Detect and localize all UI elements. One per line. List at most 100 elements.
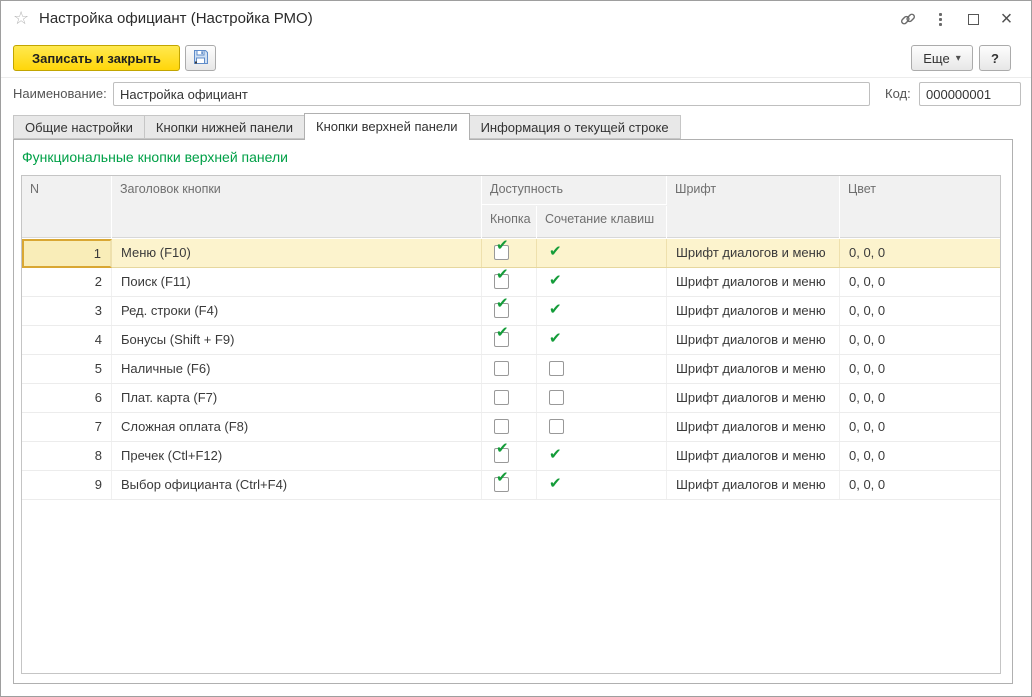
checkmark-icon: ✔ [549, 442, 562, 469]
checkbox-icon[interactable] [494, 390, 509, 405]
button-enabled-cell[interactable]: ✔ [482, 326, 537, 354]
color-cell[interactable]: 0, 0, 0 [840, 355, 1000, 383]
shortcut-enabled-cell[interactable]: ✔ [537, 471, 667, 499]
shortcut-enabled-cell[interactable] [537, 413, 667, 441]
button-caption-cell[interactable]: Сложная оплата (F8) [112, 413, 482, 441]
shortcut-enabled-cell[interactable] [537, 384, 667, 412]
color-cell[interactable]: 0, 0, 0 [840, 239, 1000, 267]
button-caption-cell[interactable]: Поиск (F11) [112, 268, 482, 296]
shortcut-enabled-cell[interactable]: ✔ [537, 268, 667, 296]
name-label: Наименование: [13, 79, 107, 109]
font-cell[interactable]: Шрифт диалогов и меню [667, 471, 840, 499]
table-row[interactable]: 1 Меню (F10) ✔ ✔ Шрифт диалогов и меню 0… [22, 239, 1000, 268]
button-caption-cell[interactable]: Меню (F10) [112, 239, 482, 267]
checkmark-icon: ✔ [496, 239, 509, 254]
tab-top-panel-buttons[interactable]: Кнопки верхней панели [304, 113, 470, 140]
checkbox-icon[interactable] [494, 419, 509, 434]
button-caption-cell[interactable]: Бонусы (Shift + F9) [112, 326, 482, 354]
shortcut-enabled-cell[interactable] [537, 355, 667, 383]
checkbox-icon[interactable]: ✔ [494, 274, 509, 289]
panel-title: Функциональные кнопки верхней панели [22, 149, 288, 165]
code-input[interactable] [919, 82, 1021, 106]
table-row[interactable]: 7 Сложная оплата (F8) Шрифт диалогов и м… [22, 413, 1000, 442]
tab-bottom-panel-buttons[interactable]: Кнопки нижней панели [144, 115, 305, 139]
color-cell[interactable]: 0, 0, 0 [840, 413, 1000, 441]
color-cell[interactable]: 0, 0, 0 [840, 384, 1000, 412]
checkbox-icon[interactable] [549, 361, 564, 376]
font-cell[interactable]: Шрифт диалогов и меню [667, 355, 840, 383]
table-row[interactable]: 4 Бонусы (Shift + F9) ✔ ✔ Шрифт диалогов… [22, 326, 1000, 355]
close-icon[interactable]: × [990, 5, 1023, 33]
row-number-cell[interactable]: 4 [22, 326, 112, 354]
shortcut-enabled-cell[interactable]: ✔ [537, 442, 667, 470]
row-number-cell[interactable]: 6 [22, 384, 112, 412]
checkbox-icon[interactable] [549, 419, 564, 434]
tab-general-settings[interactable]: Общие настройки [13, 115, 145, 139]
button-caption-cell[interactable]: Наличные (F6) [112, 355, 482, 383]
tab-content-pane: Функциональные кнопки верхней панели N З… [13, 139, 1013, 684]
checkmark-icon: ✔ [549, 326, 562, 353]
checkbox-icon[interactable] [549, 390, 564, 405]
button-enabled-cell[interactable]: ✔ [482, 268, 537, 296]
button-caption-cell[interactable]: Выбор официанта (Ctrl+F4) [112, 471, 482, 499]
shortcut-enabled-cell[interactable]: ✔ [537, 239, 667, 267]
font-cell[interactable]: Шрифт диалогов и меню [667, 268, 840, 296]
name-input[interactable] [113, 82, 870, 106]
font-cell[interactable]: Шрифт диалогов и меню [667, 297, 840, 325]
font-cell[interactable]: Шрифт диалогов и меню [667, 326, 840, 354]
button-enabled-cell[interactable]: ✔ [482, 297, 537, 325]
font-cell[interactable]: Шрифт диалогов и меню [667, 442, 840, 470]
row-number-cell[interactable]: 7 [22, 413, 112, 441]
table-row[interactable]: 9 Выбор официанта (Ctrl+F4) ✔ ✔ Шрифт ди… [22, 471, 1000, 500]
favorite-star-icon[interactable]: ☆ [13, 8, 29, 29]
kebab-menu-icon[interactable] [924, 5, 957, 33]
row-number-cell[interactable]: 1 [22, 239, 112, 268]
row-number-cell[interactable]: 9 [22, 471, 112, 499]
row-number-cell[interactable]: 3 [22, 297, 112, 325]
button-enabled-cell[interactable] [482, 413, 537, 441]
shortcut-enabled-cell[interactable]: ✔ [537, 297, 667, 325]
save-and-close-button[interactable]: Записать и закрыть [13, 45, 180, 71]
table-row[interactable]: 8 Пречек (Ctl+F12) ✔ ✔ Шрифт диалогов и … [22, 442, 1000, 471]
button-enabled-cell[interactable]: ✔ [482, 471, 537, 499]
table-row[interactable]: 3 Ред. строки (F4) ✔ ✔ Шрифт диалогов и … [22, 297, 1000, 326]
font-cell[interactable]: Шрифт диалогов и меню [667, 384, 840, 412]
checkmark-icon: ✔ [549, 471, 562, 498]
row-number-cell[interactable]: 5 [22, 355, 112, 383]
maximize-icon[interactable] [957, 5, 990, 33]
save-button[interactable] [185, 45, 216, 71]
button-enabled-cell[interactable] [482, 355, 537, 383]
checkbox-icon[interactable]: ✔ [494, 448, 509, 463]
shortcut-enabled-cell[interactable]: ✔ [537, 326, 667, 354]
checkbox-icon[interactable]: ✔ [494, 245, 509, 260]
font-cell[interactable]: Шрифт диалогов и меню [667, 239, 840, 267]
checkbox-icon[interactable] [494, 361, 509, 376]
button-caption-cell[interactable]: Ред. строки (F4) [112, 297, 482, 325]
checkbox-icon[interactable]: ✔ [494, 303, 509, 318]
button-enabled-cell[interactable]: ✔ [482, 442, 537, 470]
row-number-cell[interactable]: 8 [22, 442, 112, 470]
table-header: N Заголовок кнопки Доступность Кнопка Со… [22, 176, 1000, 238]
button-caption-cell[interactable]: Пречек (Ctl+F12) [112, 442, 482, 470]
table-row[interactable]: 5 Наличные (F6) Шрифт диалогов и меню 0,… [22, 355, 1000, 384]
button-enabled-cell[interactable] [482, 384, 537, 412]
button-enabled-cell[interactable]: ✔ [482, 239, 537, 267]
button-caption-cell[interactable]: Плат. карта (F7) [112, 384, 482, 412]
link-icon[interactable] [891, 5, 924, 33]
titlebar-buttons: × [891, 1, 1023, 37]
color-cell[interactable]: 0, 0, 0 [840, 442, 1000, 470]
window-title: Настройка официант (Настройка РМО) [39, 1, 313, 37]
color-cell[interactable]: 0, 0, 0 [840, 297, 1000, 325]
table-row[interactable]: 2 Поиск (F11) ✔ ✔ Шрифт диалогов и меню … [22, 268, 1000, 297]
color-cell[interactable]: 0, 0, 0 [840, 326, 1000, 354]
help-button[interactable]: ? [979, 45, 1011, 71]
table-row[interactable]: 6 Плат. карта (F7) Шрифт диалогов и меню… [22, 384, 1000, 413]
color-cell[interactable]: 0, 0, 0 [840, 268, 1000, 296]
checkbox-icon[interactable]: ✔ [494, 332, 509, 347]
tab-current-row-info[interactable]: Информация о текущей строке [469, 115, 681, 139]
color-cell[interactable]: 0, 0, 0 [840, 471, 1000, 499]
more-button[interactable]: Еще▾ [911, 45, 973, 71]
font-cell[interactable]: Шрифт диалогов и меню [667, 413, 840, 441]
checkbox-icon[interactable]: ✔ [494, 477, 509, 492]
row-number-cell[interactable]: 2 [22, 268, 112, 296]
